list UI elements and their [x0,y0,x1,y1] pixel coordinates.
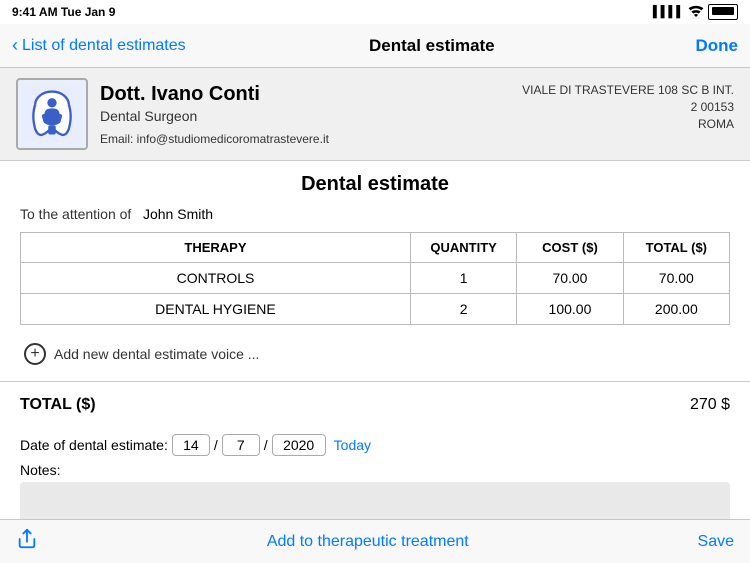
bottom-bar: Add to therapeutic treatment Save [0,519,750,563]
attention-row: To the attention of John Smith [20,206,730,222]
save-button[interactable]: Save [698,533,734,551]
today-button[interactable]: Today [334,437,371,453]
date-month-input[interactable] [222,434,260,456]
doctor-specialty: Dental Surgeon [100,108,502,124]
table-row: CONTROLS 1 70.00 70.00 [21,263,730,294]
share-button[interactable] [16,528,38,556]
total-label: TOTAL ($) [20,396,96,414]
status-bar: 9:41 AM Tue Jan 9 ▌▌▌▌ [0,0,750,24]
doctor-card: Dott. Ivano Conti Dental Surgeon Email: … [0,68,750,161]
cost-cell: 70.00 [517,263,623,294]
estimate-body: Dental estimate To the attention of John… [0,161,750,373]
quantity-cell: 2 [410,294,516,325]
table-row: DENTAL HYGIENE 2 100.00 200.00 [21,294,730,325]
date-section: Date of dental estimate: / / Today Notes… [0,428,750,519]
wifi-icon [688,5,704,20]
nav-title: Dental estimate [186,36,678,56]
col-quantity: QUANTITY [410,233,516,263]
back-label: List of dental estimates [22,37,186,55]
add-estimate-voice-button[interactable]: + Add new dental estimate voice ... [20,335,730,373]
status-indicators: ▌▌▌▌ [653,4,738,20]
estimate-table: THERAPY QUANTITY COST ($) TOTAL ($) CONT… [20,232,730,325]
add-label: Add new dental estimate voice ... [54,346,259,362]
main-content: Dott. Ivano Conti Dental Surgeon Email: … [0,68,750,519]
notes-textarea[interactable] [20,482,730,519]
col-cost: COST ($) [517,233,623,263]
signal-icon: ▌▌▌▌ [653,6,684,18]
date-day-input[interactable] [172,434,210,456]
col-therapy: THERAPY [21,233,411,263]
estimate-title: Dental estimate [20,173,730,196]
notes-label: Notes: [20,462,730,478]
doctor-email: Email: info@studiomedicoromatrastevere.i… [100,132,502,146]
doctor-logo [16,78,88,150]
total-cell: 200.00 [623,294,729,325]
battery-icon [708,4,738,20]
date-year-input[interactable] [272,434,326,456]
total-cell: 70.00 [623,263,729,294]
col-total: TOTAL ($) [623,233,729,263]
total-value: 270 $ [690,396,730,414]
doctor-address: VIALE DI TRASTEVERE 108 SC B INT. 2 0015… [514,78,734,132]
cost-cell: 100.00 [517,294,623,325]
back-button[interactable]: ‹ List of dental estimates [12,35,186,56]
therapy-cell: DENTAL HYGIENE [21,294,411,325]
patient-name: John Smith [143,206,213,222]
chevron-left-icon: ‹ [12,35,18,56]
doctor-name: Dott. Ivano Conti [100,83,502,106]
doctor-info: Dott. Ivano Conti Dental Surgeon Email: … [100,78,502,150]
add-circle-icon: + [24,343,46,365]
date-separator-1: / [214,437,218,453]
date-label: Date of dental estimate: [20,437,168,453]
status-time: 9:41 AM Tue Jan 9 [12,5,115,19]
attention-label: To the attention of [20,206,131,222]
total-section: TOTAL ($) 270 $ [0,381,750,428]
therapy-cell: CONTROLS [21,263,411,294]
done-button[interactable]: Done [678,36,738,56]
date-row: Date of dental estimate: / / Today [20,434,730,456]
add-therapeutic-button[interactable]: Add to therapeutic treatment [267,533,469,551]
date-separator-2: / [264,437,268,453]
quantity-cell: 1 [410,263,516,294]
nav-bar: ‹ List of dental estimates Dental estima… [0,24,750,68]
